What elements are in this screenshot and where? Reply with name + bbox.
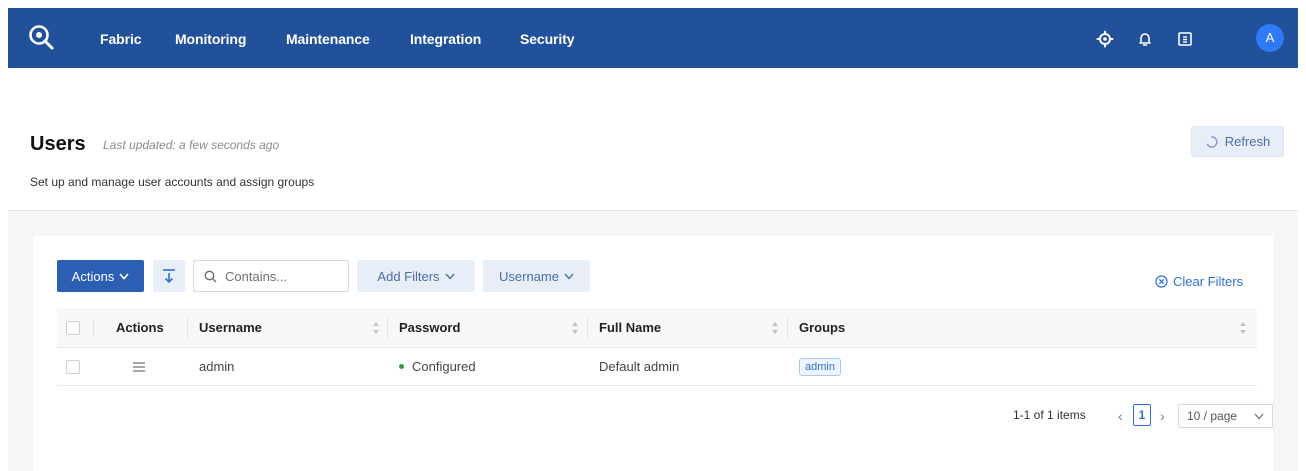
chevron-down-icon bbox=[119, 272, 129, 280]
clear-circle-icon bbox=[1155, 275, 1168, 288]
nav-item-fabric[interactable]: Fabric bbox=[100, 8, 142, 68]
row-checkbox[interactable] bbox=[66, 359, 80, 374]
row-actions-cell bbox=[133, 348, 145, 385]
cell-groups: admin bbox=[799, 348, 841, 385]
nav-item-maintenance[interactable]: Maintenance bbox=[286, 8, 370, 68]
column-divider bbox=[587, 318, 588, 338]
nav-item-monitoring[interactable]: Monitoring bbox=[175, 8, 246, 68]
column-divider bbox=[187, 318, 188, 338]
select-all-checkbox[interactable] bbox=[66, 320, 80, 335]
row-select-cell bbox=[66, 348, 80, 385]
sort-icon[interactable] bbox=[372, 321, 380, 335]
page-title: Users bbox=[30, 133, 86, 155]
sort-icon[interactable] bbox=[771, 321, 779, 335]
chevron-down-icon bbox=[445, 273, 455, 280]
page-subtitle: Set up and manage user accounts and assi… bbox=[30, 175, 315, 189]
actions-button-label: Actions bbox=[71, 268, 115, 284]
nav-item-security[interactable]: Security bbox=[520, 8, 575, 68]
column-header-groups[interactable]: Groups bbox=[799, 308, 845, 347]
page-size-value: 10 / page bbox=[1187, 409, 1238, 423]
chevron-down-icon bbox=[564, 273, 574, 280]
nav-item-integration[interactable]: Integration bbox=[410, 8, 481, 68]
sort-icon[interactable] bbox=[1239, 321, 1247, 335]
table-row: admin Configured Default admin admin bbox=[57, 348, 1257, 386]
user-avatar[interactable]: A bbox=[1256, 24, 1284, 52]
username-filter-label: Username bbox=[499, 268, 559, 284]
table-header: Actions Username Password Full Name Grou… bbox=[57, 308, 1257, 348]
username-filter-button[interactable]: Username bbox=[483, 260, 590, 292]
sort-icon[interactable] bbox=[571, 321, 579, 335]
add-filters-button[interactable]: Add Filters bbox=[357, 260, 475, 292]
gear-icon[interactable] bbox=[1096, 30, 1114, 48]
clear-filters-link[interactable]: Clear Filters bbox=[1155, 274, 1243, 289]
clear-filters-label: Clear Filters bbox=[1173, 274, 1244, 289]
chevron-down-icon bbox=[1254, 413, 1264, 419]
export-icon bbox=[163, 269, 175, 284]
cell-password: Configured bbox=[399, 348, 476, 385]
password-status-text: Configured bbox=[412, 359, 476, 374]
search-input[interactable] bbox=[225, 268, 335, 284]
bell-icon[interactable] bbox=[1136, 30, 1154, 48]
users-card: Actions Add Filters bbox=[33, 236, 1273, 471]
panel-icon[interactable] bbox=[1176, 30, 1194, 48]
refresh-icon bbox=[1206, 135, 1218, 148]
add-filters-label: Add Filters bbox=[377, 268, 440, 284]
search-box bbox=[193, 260, 349, 292]
page-number-button[interactable]: 1 bbox=[1133, 404, 1151, 426]
last-updated-text: Last updated: a few seconds ago bbox=[103, 138, 280, 152]
search-icon bbox=[204, 270, 217, 282]
status-dot bbox=[399, 364, 404, 369]
top-nav: Fabric Monitoring Maintenance Integratio… bbox=[8, 8, 1298, 68]
menu-icon[interactable] bbox=[133, 361, 145, 372]
refresh-button[interactable]: Refresh bbox=[1191, 126, 1284, 157]
header-select-all bbox=[66, 308, 80, 347]
column-header-password[interactable]: Password bbox=[399, 308, 460, 347]
export-button[interactable] bbox=[153, 260, 185, 292]
next-page-icon[interactable]: › bbox=[1160, 408, 1165, 424]
prev-page-icon[interactable]: ‹ bbox=[1118, 408, 1123, 424]
column-divider bbox=[387, 318, 388, 338]
logo-icon[interactable] bbox=[26, 22, 56, 52]
pagination-info: 1-1 of 1 items bbox=[1013, 408, 1086, 422]
column-header-username[interactable]: Username bbox=[199, 308, 262, 347]
cell-username: admin bbox=[199, 359, 235, 374]
refresh-label: Refresh bbox=[1224, 134, 1271, 149]
column-divider bbox=[787, 318, 788, 338]
column-header-actions: Actions bbox=[116, 320, 164, 335]
users-table: Actions Username Password Full Name Grou… bbox=[57, 308, 1257, 386]
app-frame: Fabric Monitoring Maintenance Integratio… bbox=[8, 8, 1298, 471]
actions-button[interactable]: Actions bbox=[57, 260, 144, 292]
column-divider bbox=[93, 318, 94, 338]
cell-full-name: Default admin bbox=[599, 359, 680, 374]
group-badge: admin bbox=[799, 357, 841, 376]
column-header-full-name[interactable]: Full Name bbox=[599, 308, 661, 347]
page-size-select[interactable]: 10 / page bbox=[1178, 404, 1273, 428]
